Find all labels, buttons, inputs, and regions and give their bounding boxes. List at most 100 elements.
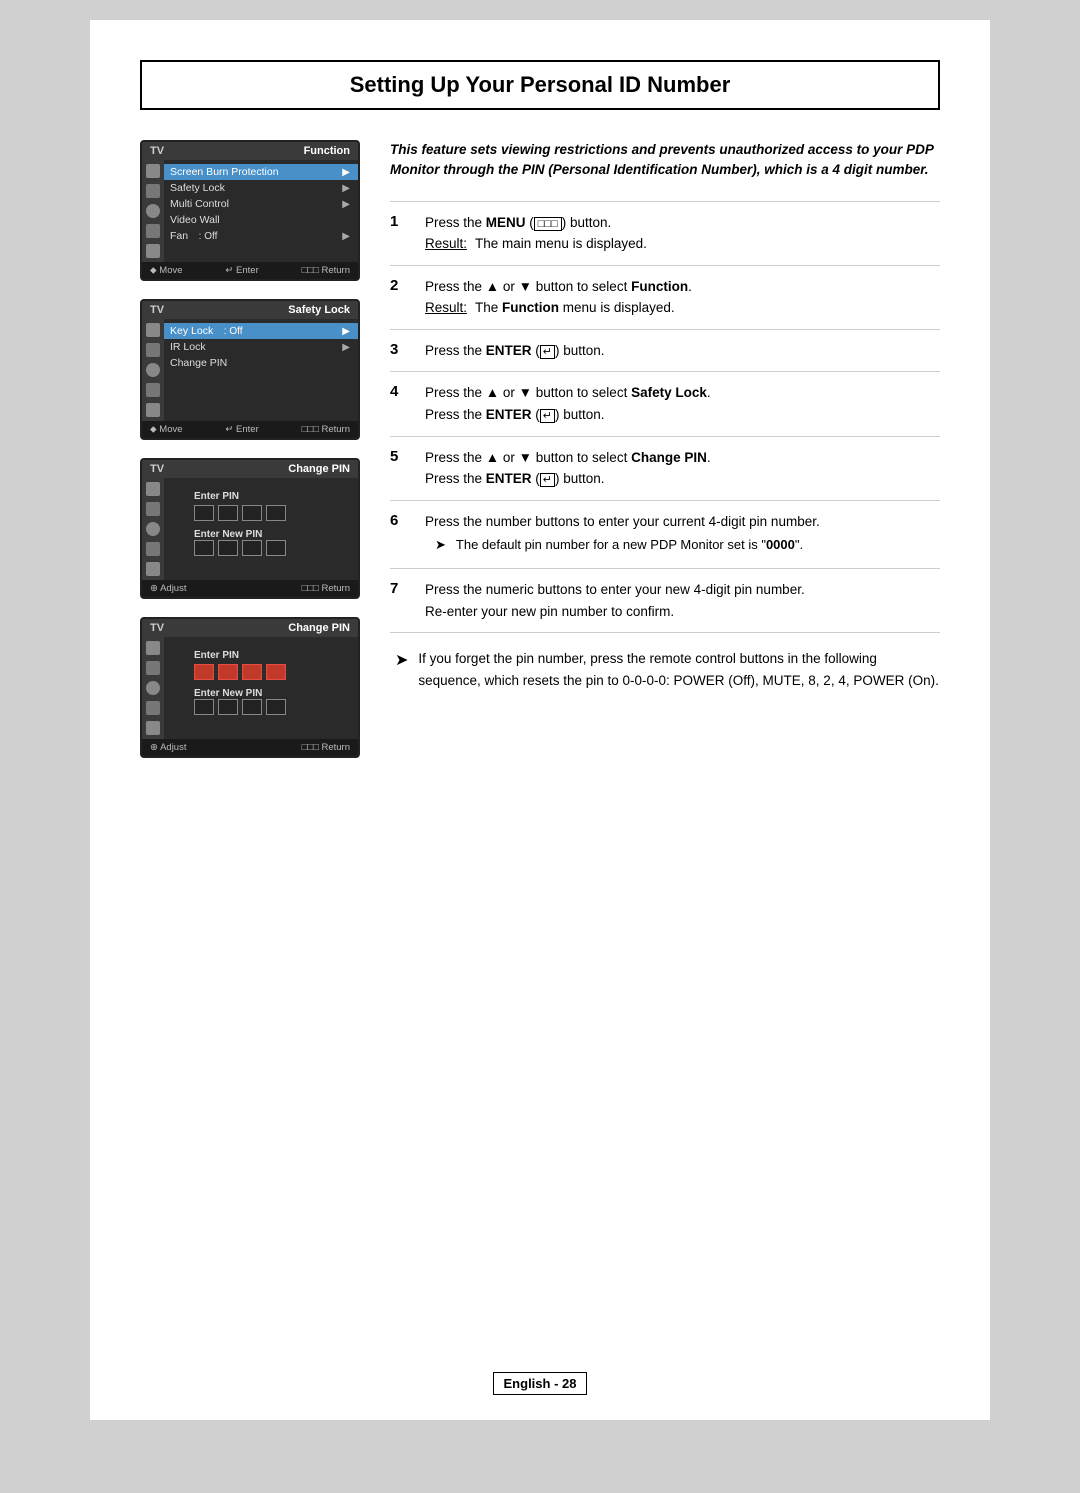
tv-panel-change-pin-filled: TV Change PIN Enter PIN: [140, 617, 360, 758]
panel3-body-wrapper: Enter PIN Enter New PIN: [142, 478, 358, 580]
intro-text: This feature sets viewing restrictions a…: [390, 140, 940, 181]
panel2-body-wrapper: Key Lock : Off ▶ IR Lock ▶ Change PIN: [142, 319, 358, 421]
panel1-header: TV Function: [142, 142, 358, 160]
footer-adjust3: ⊕ Adjust: [150, 583, 186, 594]
step-7-content: Press the numeric buttons to enter your …: [425, 579, 940, 622]
panel4-header: TV Change PIN: [142, 619, 358, 637]
panel4-enter-pin-boxes: [194, 664, 348, 680]
subnote-text: The default pin number for a new PDP Mon…: [456, 535, 803, 555]
panel3-menu-title: Change PIN: [288, 463, 350, 475]
active-pin-box-3: [242, 664, 262, 680]
new-pin-box-2: [218, 540, 238, 556]
footer-enter2: ↵ Enter: [225, 424, 258, 435]
new-pin-box-4: [266, 540, 286, 556]
icon-shield2: [146, 323, 160, 337]
step-6-subnote: ➤ The default pin number for a new PDP M…: [425, 532, 940, 558]
active-pin-box-2: [218, 664, 238, 680]
panel4-enter-new-pin-label: Enter New PIN: [194, 688, 348, 699]
page-footer: English - 28: [140, 1372, 940, 1395]
panel1-row-4: Video Wall: [164, 212, 358, 228]
page: Setting Up Your Personal ID Number TV Fu…: [90, 20, 990, 1420]
panel1-footer: ⬥ Move ↵ Enter □□□ Return: [142, 262, 358, 279]
icon-monitor3: [146, 502, 160, 516]
panel2-tv-label: TV: [150, 304, 164, 316]
panel3-new-pin-boxes: [194, 540, 348, 556]
panel2-row-1: Key Lock : Off ▶: [164, 323, 358, 339]
panel1-side-icons: [142, 160, 164, 262]
step-2-result-text: The Function menu is displayed.: [475, 297, 675, 319]
step-2: 2 Press the ▲ or ▼ button to select Func…: [390, 265, 940, 329]
step-5-num: 5: [390, 447, 410, 465]
page-title: Setting Up Your Personal ID Number: [140, 60, 940, 110]
panel4-body-wrapper: Enter PIN Enter New PIN: [142, 637, 358, 739]
subnote-arrow: ➤: [435, 535, 446, 555]
new-pin-box-a2: [218, 699, 238, 715]
panel2-rows: Key Lock : Off ▶ IR Lock ▶ Change PIN: [164, 319, 358, 421]
panel3-enter-pin-label: Enter PIN: [194, 491, 348, 502]
panel1-menu-title: Function: [304, 145, 350, 157]
new-pin-box-a4: [266, 699, 286, 715]
panel1-rows: Screen Burn Protection ▶ Safety Lock ▶ M…: [164, 160, 358, 262]
footer-return: □□□ Return: [302, 265, 350, 276]
step-4-content: Press the ▲ or ▼ button to select Safety…: [425, 382, 940, 425]
panel4-side-icons: [142, 637, 164, 739]
icon-shield: [146, 164, 160, 178]
icon-speaker2: [146, 383, 160, 397]
panel1-row-3: Multi Control ▶: [164, 196, 358, 212]
step-4-num: 4: [390, 382, 410, 400]
new-pin-box-a3: [242, 699, 262, 715]
panel2-side-icons: [142, 319, 164, 421]
icon-power4: [146, 721, 160, 735]
footer-return3: □□□ Return: [302, 583, 350, 594]
icon-circle2: [146, 363, 160, 377]
icon-speaker3: [146, 542, 160, 556]
panel1-row-2: Safety Lock ▶: [164, 180, 358, 196]
panel2-header: TV Safety Lock: [142, 301, 358, 319]
icon-monitor2: [146, 343, 160, 357]
footer-move2: ⬥ Move: [150, 424, 183, 435]
panel1-row-5: Fan : Off ▶: [164, 228, 358, 244]
step-2-content: Press the ▲ or ▼ button to select Functi…: [425, 276, 940, 319]
note-block: ➤ If you forget the pin number, press th…: [390, 633, 940, 696]
right-column: This feature sets viewing restrictions a…: [390, 140, 940, 776]
icon-shield4: [146, 641, 160, 655]
step-1-num: 1: [390, 212, 410, 230]
footer-return4: □□□ Return: [302, 742, 350, 753]
step-5-content: Press the ▲ or ▼ button to select Change…: [425, 447, 940, 490]
icon-circle3: [146, 522, 160, 536]
step-1-result-text: The main menu is displayed.: [475, 233, 647, 255]
step-3-content: Press the ENTER (↵) button.: [425, 340, 940, 362]
tv-panel-function: TV Function Screen Burn Protection: [140, 140, 360, 281]
note-arrow: ➤: [395, 648, 408, 691]
panel3-header: TV Change PIN: [142, 460, 358, 478]
icon-circle: [146, 204, 160, 218]
step-2-result-label: Result:: [425, 297, 467, 319]
panel2-footer: ⬥ Move ↵ Enter □□□ Return: [142, 421, 358, 438]
step-7-num: 7: [390, 579, 410, 597]
step-6: 6 Press the number buttons to enter your…: [390, 500, 940, 568]
panel3-enter-pin-boxes: [194, 505, 348, 521]
footer-move: ⬥ Move: [150, 265, 183, 276]
panel2-menu-title: Safety Lock: [288, 304, 350, 316]
panel3-tv-label: TV: [150, 463, 164, 475]
footer-adjust4: ⊕ Adjust: [150, 742, 186, 753]
icon-circle4: [146, 681, 160, 695]
active-pin-box-1: [194, 664, 214, 680]
panel4-tv-label: TV: [150, 622, 164, 634]
panel1-body-wrapper: Screen Burn Protection ▶ Safety Lock ▶ M…: [142, 160, 358, 262]
tv-panel-safety-lock: TV Safety Lock Key Lock : Off ▶: [140, 299, 360, 440]
note-text: If you forget the pin number, press the …: [418, 648, 940, 691]
step-3-num: 3: [390, 340, 410, 358]
panel4-new-pin-boxes: [194, 699, 348, 715]
steps-list: 1 Press the MENU (□□□) button. Result: T…: [390, 201, 940, 634]
panel4-pin-area: Enter PIN Enter New PIN: [164, 637, 358, 739]
panel4-footer: ⊕ Adjust □□□ Return: [142, 739, 358, 756]
icon-power2: [146, 403, 160, 417]
footer-enter: ↵ Enter: [225, 265, 258, 276]
step-1-content: Press the MENU (□□□) button. Result: The…: [425, 212, 940, 255]
panel3-pin-area: Enter PIN Enter New PIN: [164, 478, 358, 580]
step-1: 1 Press the MENU (□□□) button. Result: T…: [390, 201, 940, 265]
panel1-tv-label: TV: [150, 145, 164, 157]
pin-box-1: [194, 505, 214, 521]
pin-box-4: [266, 505, 286, 521]
